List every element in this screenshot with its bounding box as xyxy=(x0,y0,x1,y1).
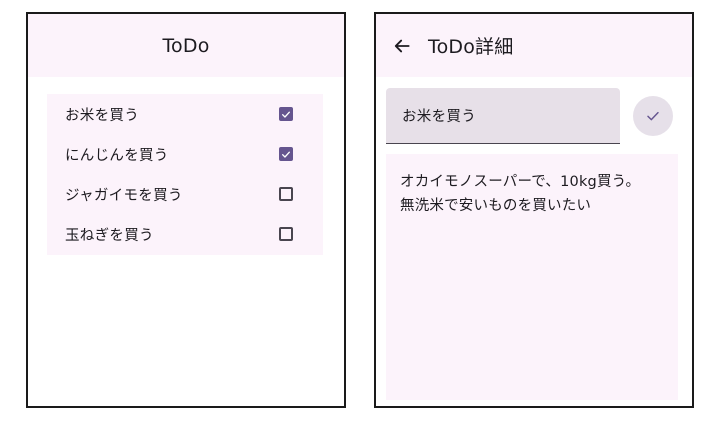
list-item[interactable]: お米を買う xyxy=(47,94,323,134)
list-item[interactable]: にんじんを買う xyxy=(47,134,323,174)
todo-title-value: お米を買う xyxy=(402,109,476,125)
top-app-bar: ToDo xyxy=(28,14,344,77)
todo-description-field[interactable]: オカイモノスーパーで、10kg買う。 無洗米で安いものを買いたい xyxy=(386,154,678,400)
todo-list: お米を買う にんじんを買う ジャガイモを買う 玉ねぎを買う xyxy=(47,94,323,255)
list-item-label: にんじんを買う xyxy=(65,147,169,164)
checkbox[interactable] xyxy=(279,147,293,161)
list-item-label: ジャガイモを買う xyxy=(65,187,183,204)
todo-title-field[interactable]: お米を買う xyxy=(386,88,620,144)
back-button[interactable] xyxy=(390,34,414,58)
arrow-back-icon xyxy=(394,39,410,52)
checkbox[interactable] xyxy=(279,107,293,121)
page-title: ToDo xyxy=(162,34,210,57)
list-item[interactable]: 玉ねぎを買う xyxy=(47,214,323,254)
list-item[interactable]: ジャガイモを買う xyxy=(47,174,323,214)
todo-list-screen: ToDo お米を買う にんじんを買う ジャガイモを買う 玉ねぎを買う xyxy=(26,12,346,408)
check-icon xyxy=(282,111,290,118)
checkbox[interactable] xyxy=(279,187,293,201)
todo-detail-screen: ToDo詳細 お米を買う オカイモノスーパーで、10kg買う。 無洗米で安いもの… xyxy=(374,12,694,408)
save-button[interactable] xyxy=(633,96,673,136)
page-title: ToDo詳細 xyxy=(428,36,514,58)
check-icon xyxy=(282,151,290,158)
top-app-bar: ToDo詳細 xyxy=(376,14,692,77)
list-item-label: 玉ねぎを買う xyxy=(65,227,154,244)
list-item-label: お米を買う xyxy=(65,107,139,124)
checkbox[interactable] xyxy=(279,227,293,241)
check-icon xyxy=(647,111,659,121)
